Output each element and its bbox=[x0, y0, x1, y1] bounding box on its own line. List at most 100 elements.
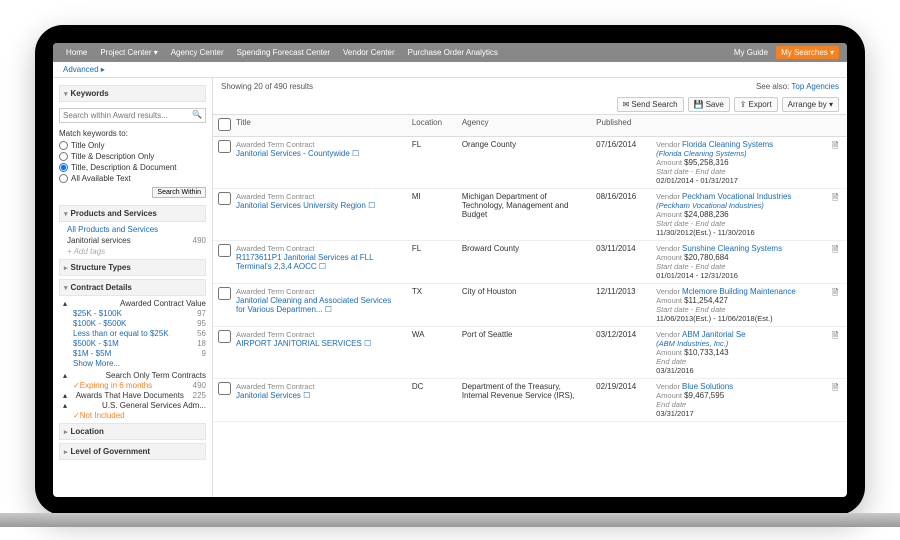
contract-title-link[interactable]: Janitorial Services - Countywide ☐ bbox=[236, 149, 402, 158]
top-agencies-link[interactable]: Top Agencies bbox=[791, 82, 839, 91]
contract-type: Awarded Term Contract bbox=[236, 244, 402, 253]
col-agency[interactable]: Agency bbox=[457, 115, 591, 136]
contract-title-link[interactable]: R1173611P1 Janitorial Services at FLL Te… bbox=[236, 253, 402, 271]
expiring-filter[interactable]: ✓Expiring in 6 months bbox=[73, 381, 152, 390]
send-search-button[interactable]: ✉Send Search bbox=[617, 97, 684, 112]
col-published[interactable]: Published bbox=[591, 115, 651, 136]
cell-published: 07/16/2014 bbox=[591, 137, 651, 188]
external-icon: ☐ bbox=[352, 149, 359, 158]
contract-title-link[interactable]: Janitorial Services ☐ bbox=[236, 391, 402, 400]
all-products-link[interactable]: All Products and Services bbox=[67, 225, 206, 234]
amount-value: $24,088,236 bbox=[684, 210, 729, 219]
select-all-checkbox[interactable] bbox=[218, 118, 231, 131]
main-content: Showing 20 of 490 results See also: Top … bbox=[213, 78, 847, 497]
show-more-link[interactable]: Show More... bbox=[73, 359, 206, 368]
section-contract-details[interactable]: Contract Details bbox=[59, 279, 206, 296]
facet-range[interactable]: Less than or equal to $25K56 bbox=[67, 329, 206, 338]
row-checkbox[interactable] bbox=[218, 287, 231, 300]
document-icon[interactable]: 🗎 bbox=[832, 245, 838, 254]
external-icon: ☐ bbox=[364, 339, 371, 348]
export-button[interactable]: ⇪Export bbox=[734, 97, 778, 112]
facet-range[interactable]: $100K - $500K95 bbox=[67, 319, 206, 328]
see-also-label: See also: bbox=[756, 82, 789, 91]
section-level-gov[interactable]: Level of Government bbox=[59, 443, 206, 460]
search-icon[interactable]: 🔍 bbox=[192, 110, 202, 119]
sub-bar: Advanced ▸ bbox=[53, 62, 847, 78]
keyword-search-input[interactable] bbox=[59, 108, 206, 123]
external-icon: ☐ bbox=[319, 262, 326, 271]
facet-range[interactable]: $25K - $100K97 bbox=[67, 309, 206, 318]
add-tags[interactable]: + Add tags bbox=[67, 247, 206, 256]
nav-po-analytics[interactable]: Purchase Order Analytics bbox=[403, 46, 503, 59]
amount-value: $20,780,684 bbox=[684, 253, 729, 262]
contract-type: Awarded Term Contract bbox=[236, 330, 402, 339]
section-location[interactable]: Location bbox=[59, 423, 206, 440]
nav-agency-center[interactable]: Agency Center bbox=[166, 46, 229, 59]
match-radio-1[interactable] bbox=[59, 152, 68, 161]
document-icon[interactable]: 🗎 bbox=[832, 141, 838, 150]
vendor-sub-link[interactable]: (ABM Industries, Inc.) bbox=[656, 339, 822, 348]
nav-my-searches[interactable]: My Searches ▾ bbox=[776, 46, 839, 59]
facet-janitorial[interactable]: Janitorial services490 bbox=[67, 236, 206, 245]
table-row: Awarded Term ContractJanitorial Services… bbox=[213, 137, 847, 189]
section-keywords[interactable]: Keywords bbox=[59, 85, 206, 102]
row-checkbox[interactable] bbox=[218, 330, 231, 343]
top-nav: Home Project Center ▾ Agency Center Spen… bbox=[53, 43, 847, 62]
not-included-filter[interactable]: ✓Not Included bbox=[73, 411, 125, 420]
vendor-sub-link[interactable]: (Peckham Vocational Industries) bbox=[656, 201, 822, 210]
advanced-link[interactable]: Advanced ▸ bbox=[63, 65, 105, 74]
contract-title-link[interactable]: Janitorial Cleaning and Associated Servi… bbox=[236, 296, 402, 314]
document-icon[interactable]: 🗎 bbox=[832, 193, 838, 202]
external-icon: ☐ bbox=[325, 305, 332, 314]
contract-title-link[interactable]: Janitorial Services University Region ☐ bbox=[236, 201, 402, 210]
contract-type: Awarded Term Contract bbox=[236, 140, 402, 149]
date-label: Start date - End date bbox=[656, 262, 822, 271]
document-icon[interactable]: 🗎 bbox=[832, 331, 838, 340]
row-checkbox[interactable] bbox=[218, 382, 231, 395]
save-button[interactable]: 💾Save bbox=[688, 97, 730, 112]
vendor-link[interactable]: Peckham Vocational Industries bbox=[682, 192, 791, 201]
col-title[interactable]: Title bbox=[231, 115, 407, 136]
nav-my-guide[interactable]: My Guide bbox=[729, 46, 773, 59]
table-row: Awarded Term ContractJanitorial Cleaning… bbox=[213, 284, 847, 327]
date-label: Start date - End date bbox=[656, 305, 822, 314]
nav-home[interactable]: Home bbox=[61, 46, 92, 59]
contract-title-link[interactable]: AIRPORT JANITORIAL SERVICES ☐ bbox=[236, 339, 402, 348]
document-icon[interactable]: 🗎 bbox=[832, 383, 838, 392]
vendor-link[interactable]: Mclemore Building Maintenance bbox=[682, 287, 796, 296]
facet-range[interactable]: $500K - $1M18 bbox=[67, 339, 206, 348]
arrange-by-dropdown[interactable]: Arrange by ▾ bbox=[782, 97, 839, 112]
date-range: 01/01/2014 - 12/31/2016 bbox=[656, 271, 822, 280]
vendor-link[interactable]: Florida Cleaning Systems bbox=[682, 140, 773, 149]
cell-location: FL bbox=[407, 241, 457, 283]
nav-project-center[interactable]: Project Center ▾ bbox=[95, 46, 162, 59]
row-checkbox[interactable] bbox=[218, 244, 231, 257]
row-checkbox[interactable] bbox=[218, 140, 231, 153]
save-icon: 💾 bbox=[694, 100, 704, 109]
match-radio-3[interactable] bbox=[59, 174, 68, 183]
date-label: Start date - End date bbox=[656, 167, 822, 176]
search-within-button[interactable]: Search Within bbox=[152, 187, 206, 198]
cell-agency: Broward County bbox=[457, 241, 591, 283]
cell-published: 02/19/2014 bbox=[591, 379, 651, 421]
cell-location: FL bbox=[407, 137, 457, 188]
facet-sotc: ▴ Search Only Term Contracts bbox=[63, 371, 206, 380]
export-icon: ⇪ bbox=[740, 100, 747, 109]
nav-spending-forecast[interactable]: Spending Forecast Center bbox=[232, 46, 335, 59]
section-products[interactable]: Products and Services bbox=[59, 205, 206, 222]
nav-vendor-center[interactable]: Vendor Center bbox=[338, 46, 400, 59]
cell-location: TX bbox=[407, 284, 457, 326]
match-radio-0[interactable] bbox=[59, 141, 68, 150]
cell-agency: Port of Seattle bbox=[457, 327, 591, 378]
section-structure-types[interactable]: Structure Types bbox=[59, 259, 206, 276]
match-radio-2[interactable] bbox=[59, 163, 68, 172]
vendor-sub-link[interactable]: (Florida Cleaning Systems) bbox=[656, 149, 822, 158]
facet-range[interactable]: $1M - $5M9 bbox=[67, 349, 206, 358]
match-radio-label: Title & Description Only bbox=[71, 152, 154, 161]
vendor-link[interactable]: Blue Solutions bbox=[682, 382, 733, 391]
vendor-link[interactable]: ABM Janitorial Se bbox=[682, 330, 746, 339]
document-icon[interactable]: 🗎 bbox=[832, 288, 838, 297]
col-location[interactable]: Location bbox=[407, 115, 457, 136]
row-checkbox[interactable] bbox=[218, 192, 231, 205]
vendor-link[interactable]: Sunshine Cleaning Systems bbox=[682, 244, 782, 253]
